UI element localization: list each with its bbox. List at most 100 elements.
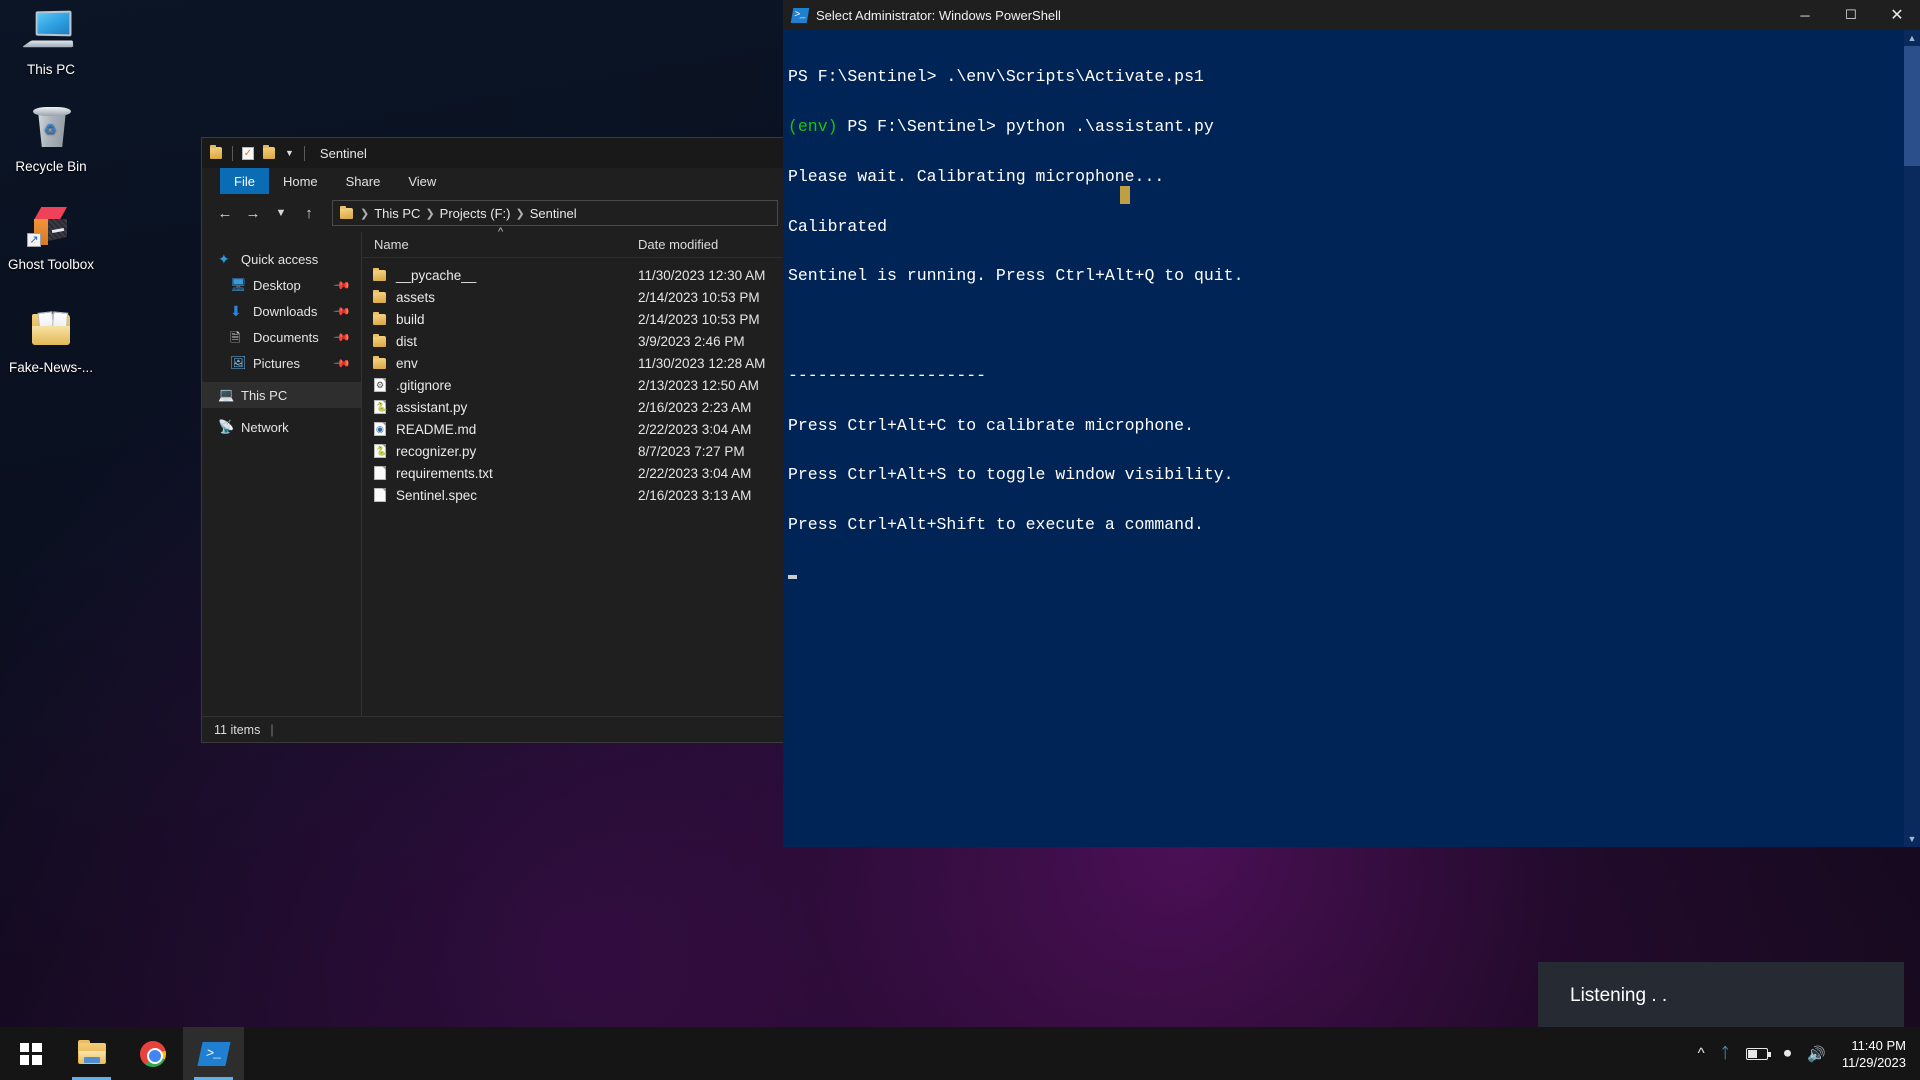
up-arrow-icon[interactable]: ↑ [296,200,322,226]
table-row[interactable]: ⚙ .gitignore 2/13/2023 12:50 AM [362,374,784,396]
powershell-scrollbar[interactable]: ▲ ▼ [1904,30,1920,847]
back-arrow-icon[interactable]: ← [212,200,238,226]
console-line: Press Ctrl+Alt+S to toggle window visibi… [788,465,1234,485]
console-line: -------------------- [788,365,987,385]
desktop-icon-label: This PC [26,62,75,77]
chevron-up-icon[interactable]: ^ [1698,1045,1705,1062]
file-list-column-headers[interactable]: ^ Name Date modified [362,226,784,258]
folder-icon[interactable] [208,144,225,162]
folder-shortcut-icon: ▼ ▼ [25,306,77,354]
battery-icon[interactable] [1745,1047,1771,1060]
breadcrumb-separator: ❯ [425,207,435,220]
folder-icon [372,355,388,371]
python-file-icon: 🐍 [374,444,388,458]
explorer-title-bar[interactable]: ✓ ▼ Sentinel [202,138,784,168]
network-icon: 📡 [218,419,235,434]
recent-locations-chevron-icon[interactable]: ▼ [268,200,294,226]
sort-ascending-icon: ^ [498,226,504,238]
pin-icon: 📌 [332,302,351,321]
pin-icon: 📌 [332,354,351,373]
listening-status-text: Listening . . [1570,985,1668,1006]
breadcrumb-projects[interactable]: Projects (F:) [440,206,511,221]
text-file-icon [372,487,388,503]
powershell-console-output[interactable]: PS F:\Sentinel> .\env\Scripts\Activate.p… [783,30,1920,847]
breadcrumb-separator: ❯ [515,207,525,220]
maximize-button[interactable]: ☐ [1828,0,1874,30]
table-row[interactable]: 🐍 recognizer.py 8/7/2023 7:27 PM [362,440,784,462]
sidebar-item-this-pc[interactable]: 💻 This PC [202,382,361,408]
address-bar[interactable]: ❯ This PC ❯ Projects (F:) ❯ Sentinel [332,200,778,226]
forward-arrow-icon[interactable]: → [240,200,266,226]
wifi-icon[interactable]: ⏺ [1784,1045,1792,1062]
sidebar-item-documents[interactable]: 🗎 Documents 📌 [202,324,361,350]
explorer-sidebar[interactable]: ✦ Quick access 🖥 Desktop 📌 ⬇ Downloads 📌… [202,232,362,716]
file-date: 2/22/2023 3:04 AM [638,421,752,437]
clock[interactable]: 11:40 PM 11/29/2023 [1842,1037,1906,1071]
column-header-name[interactable]: Name [362,237,632,252]
powershell-icon: >_ [196,1041,231,1066]
powershell-window[interactable]: >_ Select Administrator: Windows PowerSh… [783,0,1920,847]
desktop-icon-ghost-toolbox[interactable]: ↗ Ghost Toolbox [3,203,99,273]
table-row[interactable]: env 11/30/2023 12:28 AM [362,352,784,374]
desktop[interactable]: This PC ♻ Recycle Bin ↗ Ghost Toolbox ▼ … [0,0,1920,1080]
desktop-icon-recycle-bin[interactable]: ♻ Recycle Bin [3,105,99,175]
explorer-file-list-pane[interactable]: ^ Name Date modified __pycache__ 11/30/2… [362,226,784,716]
bluetooth-icon[interactable]: ᛏ [1721,1045,1730,1062]
tab-share[interactable]: Share [332,168,395,194]
table-row[interactable]: __pycache__ 11/30/2023 12:30 AM [362,264,784,286]
breadcrumb-sentinel[interactable]: Sentinel [530,206,577,221]
taskbar-powershell[interactable]: >_ [183,1027,244,1080]
scroll-down-icon[interactable]: ▼ [1904,831,1920,847]
properties-checkbox-icon[interactable]: ✓ [240,145,257,162]
chevron-down-icon[interactable]: ▼ [282,148,297,158]
taskbar-file-explorer[interactable] [61,1027,122,1080]
powershell-title-bar[interactable]: >_ Select Administrator: Windows PowerSh… [783,0,1920,30]
system-tray[interactable]: ^ ᛏ ⏺ 🔊 11:40 PM 11/29/2023 [1698,1027,1920,1080]
close-button[interactable]: ✕ [1874,0,1920,30]
config-file-icon: ⚙ [374,378,386,392]
file-explorer-window[interactable]: ✓ ▼ Sentinel File Home Share View ← → ▼ … [202,138,784,742]
table-row[interactable]: assets 2/14/2023 10:53 PM [362,286,784,308]
sidebar-item-pictures[interactable]: 🖼 Pictures 📌 [202,350,361,376]
scrollbar-thumb[interactable] [1904,46,1920,166]
sidebar-item-quick-access[interactable]: ✦ Quick access [202,246,361,272]
explorer-navigation-bar[interactable]: ← → ▼ ↑ ❯ This PC ❯ Projects (F:) ❯ Sent… [202,194,784,232]
table-row[interactable]: ◉ README.md 2/22/2023 3:04 AM [362,418,784,440]
tab-file[interactable]: File [220,168,269,194]
sidebar-item-label: Downloads [253,303,318,319]
sidebar-item-desktop[interactable]: 🖥 Desktop 📌 [202,272,361,298]
sidebar-item-network[interactable]: 📡 Network [202,414,361,440]
this-pc-icon [21,8,77,56]
scroll-up-icon[interactable]: ▲ [1904,30,1920,46]
desktop-icon-fake-news[interactable]: ▼ ▼ Fake-News-... [3,306,99,376]
sidebar-item-label: Network [241,419,289,435]
breadcrumb-this-pc[interactable]: This PC [374,206,420,221]
taskbar-chrome[interactable] [122,1027,183,1080]
file-date: 11/30/2023 12:30 AM [638,267,766,283]
sidebar-item-label: Quick access [241,251,319,267]
file-date: 2/14/2023 10:53 PM [638,311,760,327]
file-date: 2/16/2023 3:13 AM [638,487,752,503]
table-row[interactable]: requirements.txt 2/22/2023 3:04 AM [362,462,784,484]
column-header-date-modified[interactable]: Date modified [632,237,784,252]
start-button[interactable] [0,1027,61,1080]
folder-icon [339,205,355,221]
table-row[interactable]: Sentinel.spec 2/16/2023 3:13 AM [362,484,784,506]
windows-logo-icon [19,1042,42,1065]
minimize-button[interactable]: ─ [1782,0,1828,30]
table-row[interactable]: dist 3/9/2023 2:46 PM [362,330,784,352]
explorer-ribbon-tabs[interactable]: File Home Share View [202,168,784,194]
tab-home[interactable]: Home [269,168,332,194]
table-row[interactable]: 🐍 assistant.py 2/16/2023 2:23 AM [362,396,784,418]
console-line: Please wait. Calibrating microphone... [788,166,1165,186]
file-name: build [396,311,425,327]
taskbar[interactable]: >_ ^ ᛏ ⏺ 🔊 11:40 PM 11/29/2023 [0,1027,1920,1080]
sidebar-item-downloads[interactable]: ⬇ Downloads 📌 [202,298,361,324]
table-row[interactable]: build 2/14/2023 10:53 PM [362,308,784,330]
python-file-icon: 🐍 [374,400,388,414]
volume-icon[interactable]: 🔊 [1807,1045,1826,1063]
file-list[interactable]: __pycache__ 11/30/2023 12:30 AM assets 2… [362,258,784,506]
new-folder-icon[interactable] [261,144,278,162]
desktop-icon-this-pc[interactable]: This PC [3,8,99,78]
tab-view[interactable]: View [394,168,450,194]
